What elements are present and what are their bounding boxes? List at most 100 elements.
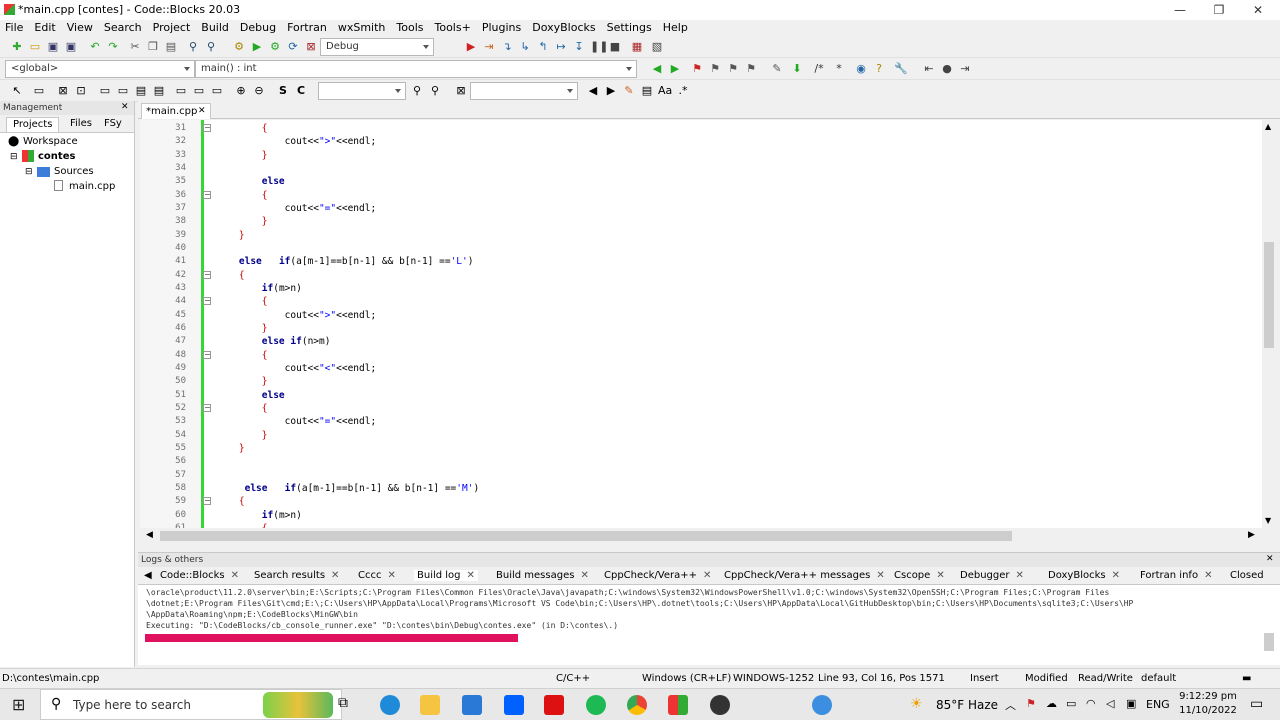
scroll-left-icon[interactable]: ◀: [146, 530, 153, 540]
logtab-close-icon[interactable]: ✕: [331, 570, 339, 581]
codeblocks-taskbar-icon[interactable]: [668, 695, 688, 715]
expand-sources-icon[interactable]: ⊟: [25, 165, 33, 179]
next-instruction-icon[interactable]: ↦: [554, 40, 568, 54]
bookmark-clear-icon[interactable]: ⚑: [744, 62, 758, 76]
logtab-debugger[interactable]: Debugger ✕: [960, 570, 1024, 581]
logtab-build-messages[interactable]: Build messages ✕: [496, 570, 589, 581]
doxy-icon[interactable]: ◉: [854, 62, 868, 76]
replace-icon[interactable]: ⚲: [204, 40, 218, 54]
wifi-icon[interactable]: ◠: [1086, 697, 1096, 710]
tab-close-icon[interactable]: ✕: [198, 104, 206, 119]
menu-wxsmith[interactable]: wxSmith: [333, 20, 392, 36]
open-icon[interactable]: ▭: [28, 40, 42, 54]
menu-view[interactable]: View: [62, 20, 99, 36]
wps-icon[interactable]: [544, 695, 564, 715]
widget2-icon[interactable]: ▭: [116, 84, 130, 98]
expand-icon[interactable]: ⊟: [10, 150, 18, 164]
management-close-icon[interactable]: ✕: [121, 102, 129, 112]
abort-icon[interactable]: ⊠: [304, 40, 318, 54]
logtab-close-icon[interactable]: ✕: [580, 570, 588, 581]
tray-app2-icon[interactable]: ☁: [1046, 697, 1057, 710]
match-icon[interactable]: ⬇: [790, 62, 804, 76]
uncomment-icon[interactable]: *<: [832, 62, 846, 89]
tray-app-icon[interactable]: ⚑: [1026, 697, 1036, 710]
first-icon[interactable]: ⇤: [922, 62, 936, 76]
run-icon[interactable]: ▶: [250, 40, 264, 54]
settings-icon[interactable]: 🔧: [894, 62, 908, 76]
new-file-icon[interactable]: ✚: [10, 40, 24, 54]
fold-marker-icon[interactable]: −: [203, 190, 211, 199]
logtab-cscope[interactable]: Cscope ✕: [894, 570, 945, 581]
highlight-pen-icon[interactable]: ✎: [622, 84, 636, 98]
menu-search[interactable]: Search: [99, 20, 148, 36]
rebuild-icon[interactable]: ⟳: [286, 40, 300, 54]
zoom-in-icon[interactable]: ⊕: [234, 84, 248, 98]
dialog-icon[interactable]: ⊠: [56, 84, 70, 98]
scroll-right-icon[interactable]: ▶: [1248, 530, 1255, 540]
menu-plugins[interactable]: Plugins: [477, 20, 527, 36]
tab-projects[interactable]: Projects: [6, 117, 60, 132]
code-editor[interactable]: 31 32 33 34 35 36 37 38 39 40 41 42 43 44 45 46 47 48 49 50…: [140, 120, 1262, 528]
fold-marker-icon[interactable]: −: [203, 270, 211, 279]
edge-icon[interactable]: [380, 695, 400, 715]
logtab-close-icon[interactable]: ✕: [1016, 570, 1024, 581]
widget1-icon[interactable]: ▭: [98, 84, 112, 98]
copy-icon[interactable]: ❐: [146, 40, 160, 54]
save-icon[interactable]: ▣: [46, 40, 60, 54]
logtab-close-icon[interactable]: ✕: [231, 570, 239, 581]
find-a2-icon[interactable]: ⚲: [428, 84, 442, 98]
weather-text[interactable]: 85°F Haze: [936, 698, 998, 712]
logtab-cccc[interactable]: Cccc ✕: [358, 570, 396, 581]
task-view-icon[interactable]: ⧉: [338, 695, 348, 711]
step-out-icon[interactable]: ↰: [536, 40, 550, 54]
pointer-icon[interactable]: ↖: [10, 84, 24, 98]
menu-settings[interactable]: Settings: [602, 20, 658, 36]
logtab-close-icon[interactable]: ✕: [936, 570, 944, 581]
zoom-out-icon[interactable]: ⊖: [252, 84, 266, 98]
search-combo-a[interactable]: [318, 82, 406, 100]
build-icon[interactable]: ⚙: [232, 40, 246, 54]
info-icon[interactable]: ▧: [650, 40, 664, 54]
menu-tools[interactable]: Tools: [391, 20, 429, 36]
save-all-icon[interactable]: ▣: [64, 40, 78, 54]
menu-fortran[interactable]: Fortran: [282, 20, 333, 36]
logtab-codeblocks[interactable]: Code::Blocks ✕: [160, 570, 239, 581]
logtab-close-icon[interactable]: ✕: [1204, 570, 1212, 581]
chrome-icon[interactable]: [627, 695, 647, 715]
tree-workspace[interactable]: Workspace: [23, 135, 78, 149]
widget4-icon[interactable]: ▤: [152, 84, 166, 98]
fold-marker-icon[interactable]: −: [203, 497, 211, 506]
fold-marker-icon[interactable]: −: [203, 297, 211, 306]
scope-select[interactable]: <global>: [5, 60, 195, 78]
bookmark-toggle-icon[interactable]: ⚑: [690, 62, 704, 76]
scroll-up-icon[interactable]: ▲: [1265, 122, 1271, 131]
widget7-icon[interactable]: ▭: [210, 84, 224, 98]
build-target-select[interactable]: Debug: [320, 38, 434, 56]
fold-marker-icon[interactable]: −: [203, 350, 211, 359]
close-button[interactable]: ✕: [1238, 0, 1278, 20]
dropbox-icon[interactable]: [504, 695, 524, 715]
align-icon[interactable]: ▤: [640, 84, 654, 98]
widget6-icon[interactable]: ▭: [192, 84, 206, 98]
comment-icon[interactable]: /*: [812, 62, 826, 76]
paste-icon[interactable]: ▤: [164, 40, 178, 54]
build-run-icon[interactable]: ⚙: [268, 40, 282, 54]
highlight-icon[interactable]: ✎: [770, 62, 784, 76]
pause-icon[interactable]: ❚❚: [590, 40, 608, 54]
minimize-button[interactable]: —: [1160, 0, 1200, 20]
next-line-icon[interactable]: ↴: [500, 40, 514, 54]
logtab-close-icon[interactable]: ✕: [387, 570, 395, 581]
logs-close-icon[interactable]: ✕: [1266, 554, 1274, 564]
s-icon[interactable]: S: [276, 84, 290, 98]
vertical-scrollbar[interactable]: ▲ ▼: [1262, 120, 1276, 528]
tab-files[interactable]: Files: [70, 118, 92, 129]
fold-marker-icon[interactable]: −: [203, 124, 211, 132]
next-arrow-icon[interactable]: ▶: [604, 84, 618, 98]
logtab-cppcheck-messages[interactable]: CppCheck/Vera++ messages ✕: [724, 570, 885, 581]
regex-icon[interactable]: Aa: [658, 84, 672, 98]
logtab-close-icon[interactable]: ✕: [1112, 570, 1120, 581]
clock-time[interactable]: 9:12:29 pm: [1178, 691, 1238, 702]
fold-marker-icon[interactable]: −: [203, 403, 211, 412]
last-icon[interactable]: ⇥: [958, 62, 972, 76]
dot-icon[interactable]: ●: [940, 62, 954, 76]
